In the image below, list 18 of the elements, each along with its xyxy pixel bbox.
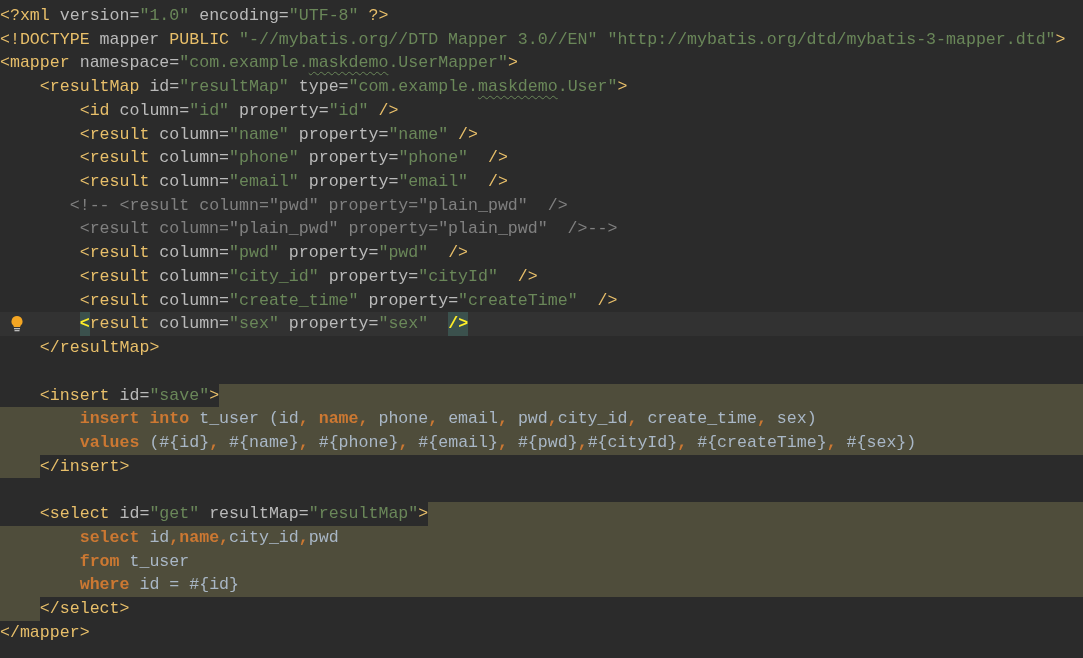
code-line: <result column="city_id" property="cityId" /> — [78, 265, 539, 288]
code-line: <id column="id" property="id" /> — [78, 99, 400, 122]
code-line: <!-- <result column="pwd" property="plain_pwd" /> — [68, 194, 569, 217]
code-line: <!DOCTYPE mapper PUBLIC "-//mybatis.org//DTD Mapper 3.0//EN" "http://mybatis.org/dtd/mybatis-3-mapper.dtd"> — [0, 28, 1067, 51]
code-line: <result column="name" property="name" /> — [78, 123, 480, 146]
code-line: </resultMap> — [38, 337, 161, 360]
code-line: <resultMap id="resultMap" type="com.example.maskdemo.User"> — [38, 76, 629, 99]
lightbulb-icon[interactable] — [9, 315, 25, 333]
code-line: </insert> — [0, 454, 1083, 479]
code-line: </mapper> — [0, 621, 91, 644]
code-line: <result column="create_time" property="createTime" /> — [78, 289, 619, 312]
code-line: <result column="pwd" property="pwd" /> — [78, 242, 470, 265]
code-line: </select> — [0, 596, 1083, 621]
code-line: <result column="plain_pwd" property="plain_pwd" />--> — [78, 218, 619, 241]
code-line: <mapper namespace="com.example.maskdemo.UserMapper"> — [0, 52, 519, 75]
code-line: <?xml version="1.0" encoding="UTF-8" ?> — [0, 5, 390, 27]
code-line: <result column="phone" property="phone" /> — [78, 147, 509, 170]
code-line: <result column="email" property="email" /> — [78, 171, 509, 194]
